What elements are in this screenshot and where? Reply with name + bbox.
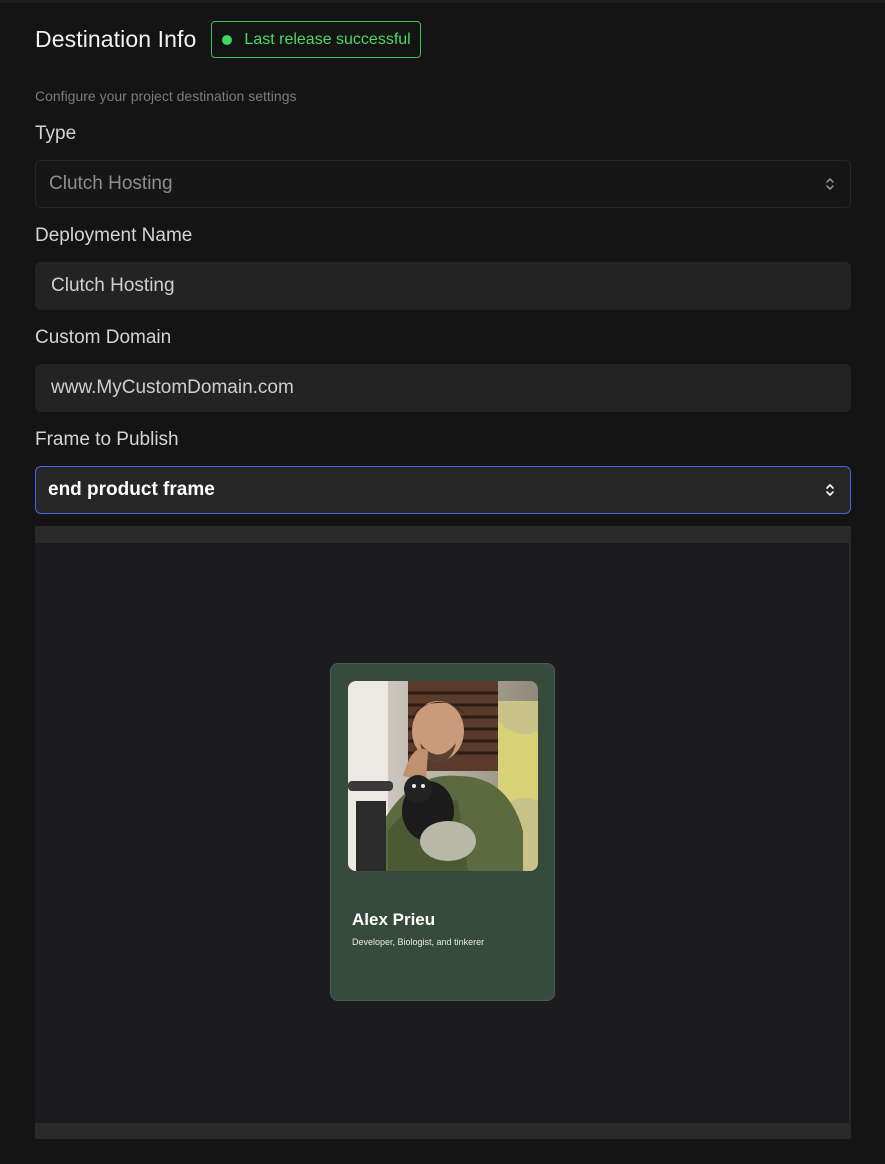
frame-to-publish-label: Frame to Publish: [35, 429, 179, 450]
custom-domain-input[interactable]: www.MyCustomDomain.com: [35, 364, 851, 412]
preview-bottom-bar: [35, 1123, 851, 1139]
panel-title: Destination Info: [35, 26, 197, 52]
custom-domain-label: Custom Domain: [35, 327, 172, 348]
status-dot-icon: [222, 34, 233, 45]
deployment-name-input[interactable]: Clutch Hosting: [35, 262, 851, 310]
chevron-up-down-icon: [826, 178, 834, 190]
profile-photo-image: [348, 681, 538, 871]
type-select[interactable]: Clutch Hosting: [35, 160, 851, 208]
type-label: Type: [35, 123, 77, 144]
panel-header: Destination Info Last release successful: [35, 21, 421, 58]
profile-card: Alex Prieu Developer, Biologist, and tin…: [330, 663, 555, 1001]
frame-preview[interactable]: Alex Prieu Developer, Biologist, and tin…: [35, 526, 851, 1139]
preview-scrollbar[interactable]: [849, 543, 851, 1123]
preview-top-bar: [35, 526, 851, 543]
frame-to-publish-select[interactable]: end product frame: [35, 466, 851, 514]
panel-subtitle: Configure your project destination setti…: [35, 88, 297, 104]
chevron-up-down-icon: [826, 484, 834, 496]
deployment-name-label: Deployment Name: [35, 225, 193, 246]
frame-to-publish-value: end product frame: [48, 479, 215, 500]
profile-name: Alex Prieu: [352, 910, 436, 929]
custom-domain-value: www.MyCustomDomain.com: [51, 377, 294, 398]
profile-description: Developer, Biologist, and tinkerer: [352, 937, 485, 947]
deployment-name-value: Clutch Hosting: [51, 275, 175, 296]
type-select-value: Clutch Hosting: [49, 173, 173, 194]
top-divider: [0, 0, 885, 3]
status-badge: Last release successful: [211, 21, 421, 58]
status-badge-label: Last release successful: [244, 30, 411, 48]
profile-photo: [348, 681, 538, 871]
